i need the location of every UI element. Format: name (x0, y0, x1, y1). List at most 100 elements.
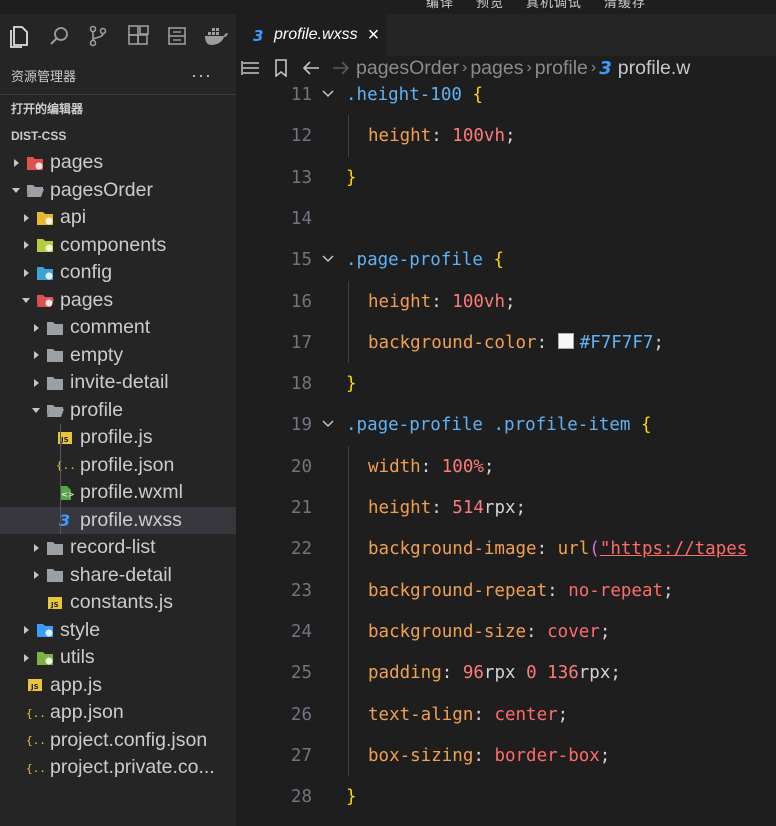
tree-file[interactable]: {..} project.private.co... (0, 754, 236, 782)
more-actions-icon[interactable]: ··· (191, 66, 212, 84)
chevron-right-icon[interactable] (20, 652, 32, 664)
code-token: background-image (368, 539, 537, 560)
code-line[interactable]: 14 (236, 206, 776, 247)
chevron-right-icon[interactable] (20, 239, 32, 251)
code-line[interactable]: 15 .page-profile { (236, 247, 776, 288)
forward-arrow-icon[interactable] (326, 56, 356, 80)
open-editors-section[interactable]: 打开的编辑器 (0, 94, 236, 122)
tree-file[interactable]: {..} profile.json (0, 451, 236, 479)
code-token: 136 (547, 663, 579, 684)
tree-folder[interactable]: invite-detail (0, 369, 236, 397)
tree-folder[interactable]: api (0, 204, 236, 232)
breadcrumb-item[interactable]: profile (535, 57, 588, 80)
breadcrumb-item[interactable]: profile.w (618, 57, 691, 80)
close-icon[interactable]: × (368, 25, 380, 45)
code-token: 100 (452, 126, 484, 147)
code-line[interactable]: 12 height: 100vh; (236, 123, 776, 164)
open-editors-label: 打开的编辑器 (11, 102, 84, 116)
tree-folder[interactable]: utils (0, 644, 236, 672)
code-line[interactable]: 11 .height-100 { (236, 82, 776, 123)
list-icon[interactable] (236, 56, 266, 80)
code-line[interactable]: 26 text-align: center; (236, 702, 776, 743)
menu-item[interactable]: 清缓存 (604, 0, 646, 10)
chevron-right-icon[interactable] (30, 377, 42, 389)
fold-chevron-icon[interactable] (322, 412, 334, 434)
tree-folder[interactable]: record-list (0, 534, 236, 562)
code-line[interactable]: 17 background-color: #F7F7F7; (236, 330, 776, 371)
tree-folder[interactable]: pagesOrder (0, 177, 236, 205)
source-control-icon[interactable] (79, 16, 118, 56)
tree-folder[interactable]: pages (0, 287, 236, 315)
chevron-right-icon[interactable] (30, 542, 42, 554)
code-token: ; (663, 580, 674, 601)
menu-item[interactable]: 编译 (426, 0, 454, 10)
chevron-right-icon[interactable] (30, 322, 42, 334)
code-line[interactable]: 24 background-size: cover; (236, 619, 776, 660)
code-line[interactable]: 16 height: 100vh; (236, 289, 776, 330)
tree-item-label: pages (60, 288, 114, 311)
code-token: } (346, 787, 357, 808)
code-token: : (431, 498, 453, 518)
tree-file[interactable]: JS app.js (0, 672, 236, 700)
code-line[interactable]: 23 background-repeat: no-repeat; (236, 578, 776, 619)
tree-file[interactable]: JS profile.js (0, 424, 236, 452)
code-line[interactable]: 20 width: 100%; (236, 454, 776, 495)
code-line[interactable]: 19 .page-profile .profile-item { (236, 412, 776, 453)
code-token: ; (515, 498, 527, 518)
code-line[interactable]: 28} (236, 784, 776, 825)
extensions-icon[interactable] (118, 16, 157, 56)
tab-profile-wxss[interactable]: 3 profile.wxss × (236, 14, 386, 56)
tree-folder[interactable]: components (0, 232, 236, 260)
menu-item[interactable]: 预览 (476, 0, 504, 10)
code-line[interactable]: 22 background-image: url("https://tapes (236, 536, 776, 577)
tree-folder[interactable]: comment (0, 314, 236, 342)
indent-guide (60, 451, 61, 479)
outline-icon[interactable] (157, 16, 196, 56)
breadcrumb-item[interactable]: pagesOrder (356, 57, 459, 80)
code-token: : (473, 745, 495, 766)
breadcrumb-item[interactable]: pages (470, 57, 523, 80)
tree-folder[interactable]: empty (0, 342, 236, 370)
chevron-right-icon[interactable] (20, 624, 32, 636)
tree-folder[interactable]: pages (0, 149, 236, 177)
fold-chevron-icon[interactable] (322, 82, 334, 104)
code-token: height (368, 498, 432, 518)
chevron-right-icon[interactable] (20, 212, 32, 224)
pages-folder-icon (26, 154, 44, 172)
tree-file[interactable]: 3 profile.wxss (0, 506, 236, 534)
tree-folder[interactable]: config (0, 259, 236, 287)
tree-item-label: app.json (50, 701, 124, 724)
menu-item[interactable]: 真机调试 (526, 0, 582, 10)
tree-folder[interactable]: profile (0, 397, 236, 425)
tree-file[interactable]: <> profile.wxml (0, 479, 236, 507)
code-line[interactable]: 18} (236, 371, 776, 412)
chevron-right-icon[interactable] (30, 569, 42, 581)
tree-file[interactable]: JS constants.js (0, 589, 236, 617)
code-line[interactable]: 27 box-sizing: border-box; (236, 743, 776, 784)
docker-icon[interactable] (197, 16, 236, 56)
project-section[interactable]: DIST-CSS (0, 122, 236, 149)
chevron-down-icon[interactable] (10, 184, 22, 196)
code-token: no-repeat (568, 580, 664, 601)
fold-chevron-icon[interactable] (322, 247, 334, 269)
tree-file[interactable]: {..} app.json (0, 699, 236, 727)
chevron-right-icon[interactable] (30, 349, 42, 361)
code-line[interactable]: 13} (236, 165, 776, 206)
code-line[interactable]: 25 padding: 96rpx 0 136rpx; (236, 660, 776, 701)
files-icon[interactable] (0, 16, 39, 56)
bookmark-icon[interactable] (266, 56, 296, 80)
back-arrow-icon[interactable] (296, 56, 326, 80)
tree-folder[interactable]: share-detail (0, 562, 236, 590)
search-icon[interactable] (39, 16, 78, 56)
chevron-down-icon[interactable] (30, 404, 42, 416)
chevron-down-icon[interactable] (20, 294, 32, 306)
code-editor[interactable]: 11 .height-100 {12 height: 100vh; 13} 14 15 .p… (236, 80, 776, 826)
chevron-right-icon[interactable] (10, 157, 22, 169)
chevron-right-icon[interactable] (20, 267, 32, 279)
tree-folder[interactable]: style (0, 617, 236, 645)
code-line[interactable]: 21 height: 514rpx; (236, 495, 776, 536)
tree-file[interactable]: {..} project.config.json (0, 727, 236, 755)
color-swatch[interactable] (557, 332, 574, 349)
svg-text:{..}: {..} (26, 734, 44, 747)
